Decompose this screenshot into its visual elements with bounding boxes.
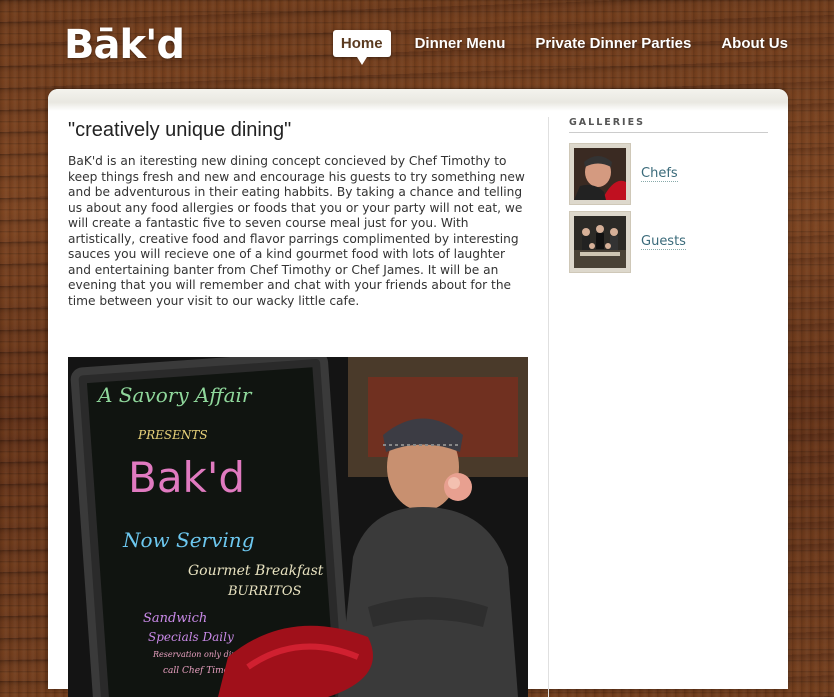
nav-about-us[interactable]: About Us	[715, 31, 794, 56]
content-panel: "creatively unique dining" BaK'd is an i…	[48, 89, 788, 697]
column-divider	[548, 117, 549, 697]
nav-home[interactable]: Home	[332, 30, 391, 65]
panel-header-bar	[48, 89, 788, 111]
galleries-heading: GALLERIES	[569, 117, 768, 133]
chefs-thumbnail[interactable]	[569, 143, 631, 205]
main-navigation: Home Dinner Menu Private Dinner Parties …	[315, 30, 794, 65]
sign-line-2: PRESENTS	[137, 428, 208, 442]
site-logo[interactable]: Bāk'd	[64, 22, 185, 68]
chef-portrait-thumbnail-icon	[574, 148, 626, 200]
sign-line-3: Bak'd	[128, 453, 245, 502]
main-content: "creatively unique dining" BaK'd is an i…	[68, 119, 528, 309]
featured-photo: A Savory Affair PRESENTS Bak'd Now Servi…	[68, 357, 528, 697]
gallery-guests[interactable]: Guests	[569, 211, 768, 273]
guests-thumbnail[interactable]	[569, 211, 631, 273]
sign-line-7: Sandwich	[143, 611, 207, 626]
sign-line-5: Gourmet Breakfast	[188, 563, 324, 579]
page-heading: "creatively unique dining"	[68, 119, 292, 141]
sign-line-8: Specials Daily	[148, 630, 234, 644]
sidebar: GALLERIES Chefs Guests	[569, 117, 768, 279]
nav-dinner-menu[interactable]: Dinner Menu	[409, 31, 512, 56]
intro-paragraph: BaK'd is an iteresting new dining concep…	[68, 154, 525, 308]
sign-line-1: A Savory Affair	[96, 383, 253, 407]
guests-group-thumbnail-icon	[574, 216, 626, 268]
gallery-chefs[interactable]: Chefs	[569, 143, 768, 205]
sign-line-6: BURRITOS	[227, 584, 302, 599]
chef-with-chalkboard-image: A Savory Affair PRESENTS Bak'd Now Servi…	[68, 357, 528, 697]
nav-private-dinner-parties[interactable]: Private Dinner Parties	[529, 31, 697, 56]
gallery-link-guests[interactable]: Guests	[641, 234, 686, 250]
sign-line-4: Now Serving	[122, 528, 255, 552]
gallery-link-chefs[interactable]: Chefs	[641, 166, 678, 182]
